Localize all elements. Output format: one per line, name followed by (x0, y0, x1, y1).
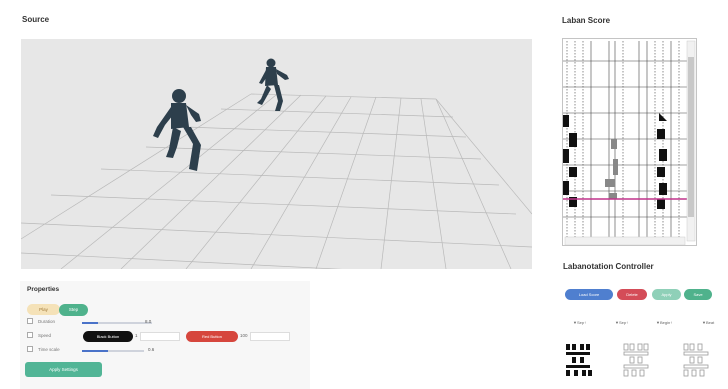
save-button[interactable]: Save (684, 289, 712, 300)
time-scale-checkbox[interactable] (27, 346, 33, 352)
controller-label-2[interactable]: ▼Sep↑ (615, 320, 628, 325)
time-scale-label: Time scale (38, 347, 60, 352)
black-button[interactable]: Black Button (83, 331, 133, 342)
laban-score-title: Laban Score (562, 16, 611, 25)
glyph-preview-3[interactable] (680, 340, 714, 380)
red-value-input[interactable] (250, 332, 290, 341)
grid-floor (21, 58, 532, 269)
delete-button[interactable]: Delete (617, 289, 647, 300)
controller-label-3[interactable]: ▼Begin↑ (656, 320, 672, 325)
glyph-preview-2[interactable] (620, 340, 654, 380)
glyph-1-icon (566, 344, 592, 376)
red-value: 100 (240, 333, 248, 338)
play-button[interactable]: Play (27, 304, 60, 315)
controller-label-4[interactable]: ▼Beat (702, 320, 714, 325)
controller-label-1[interactable]: ▼Sep↑ (573, 320, 586, 325)
source-title: Source (22, 15, 50, 24)
step-button[interactable]: Step (59, 304, 88, 316)
speed-checkbox[interactable] (27, 332, 33, 338)
apply-settings-button[interactable]: Apply Settings (25, 362, 102, 377)
duration-label: Duration (38, 319, 56, 324)
labanotation-controller-title: Labanotation Controller (563, 262, 654, 271)
speed-input[interactable] (140, 332, 180, 341)
duration-value: 8.0 (145, 319, 152, 324)
laban-score-panel[interactable] (562, 38, 697, 246)
properties-title: Properties (27, 286, 60, 293)
load-score-button[interactable]: Load Score (565, 289, 613, 300)
3d-viewport[interactable] (21, 39, 532, 269)
apply-button[interactable]: Apply (652, 289, 681, 300)
glyph-preview-1[interactable] (562, 340, 596, 380)
laban-score-staff (563, 39, 696, 245)
time-scale-value: 0.6 (148, 347, 155, 352)
glyph-3-icon (683, 343, 709, 377)
red-button[interactable]: Red Button (186, 331, 238, 342)
figure-small (257, 58, 289, 111)
duration-slider-fill (82, 322, 98, 324)
speed-value: 1 (135, 333, 138, 338)
speed-label: Speed (38, 333, 52, 338)
glyph-2-icon (623, 343, 649, 377)
duration-checkbox[interactable] (27, 318, 33, 324)
time-scale-slider-fill (82, 350, 108, 352)
